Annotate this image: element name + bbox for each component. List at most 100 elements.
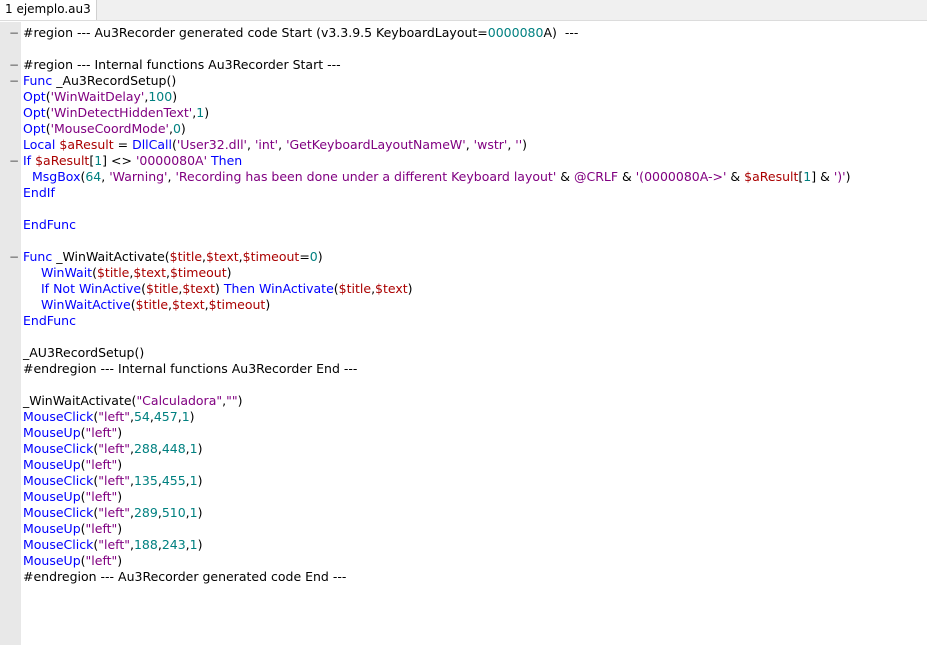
code-token: MouseClick <box>23 473 94 488</box>
code-token: ')' <box>833 169 846 184</box>
code-line[interactable]: Opt('WinWaitDelay',100) <box>0 89 927 105</box>
code-line[interactable]: _AU3RecordSetup() <box>0 345 927 361</box>
code-text: WinWait($title,$text,$timeout) <box>41 265 232 281</box>
code-line[interactable] <box>0 377 927 393</box>
code-line[interactable]: EndIf <box>0 185 927 201</box>
code-token: ] <> <box>102 153 136 168</box>
code-token: "left" <box>98 537 130 552</box>
code-token: MouseUp <box>23 521 81 536</box>
code-token: Func <box>23 73 53 88</box>
code-token: ) <box>172 89 178 104</box>
fold-toggle-icon[interactable]: − <box>9 153 19 169</box>
code-line[interactable]: MouseClick("left",289,510,1) <box>0 505 927 521</box>
code-line[interactable]: MouseClick("left",135,455,1) <box>0 473 927 489</box>
code-token: Local <box>23 137 56 152</box>
code-token: 'wstr' <box>473 137 508 152</box>
code-token: ) <box>197 505 203 520</box>
code-line[interactable]: MouseUp("left") <box>0 521 927 537</box>
code-line[interactable]: MouseUp("left") <box>0 553 927 569</box>
code-token: $title <box>169 249 203 264</box>
code-token: ) <box>189 409 195 424</box>
code-lines: − #region --- Au3Recorder generated code … <box>0 25 927 585</box>
code-line[interactable]: If Not WinActive($title,$text) Then WinA… <box>0 281 927 297</box>
code-token: EndFunc <box>23 217 76 232</box>
code-token: 'Warning' <box>109 169 168 184</box>
code-line[interactable]: − Func _Au3RecordSetup() <box>0 73 927 89</box>
code-token: 'int' <box>254 137 279 152</box>
code-token: #region --- Internal functions Au3Record… <box>23 57 341 72</box>
code-line[interactable]: EndFunc <box>0 313 927 329</box>
code-text: Opt('WinDetectHiddenText',1) <box>23 105 209 121</box>
code-line[interactable]: Opt('MouseCoordMode',0) <box>0 121 927 137</box>
code-token: $title <box>135 297 169 312</box>
code-token: = <box>299 249 310 264</box>
code-text: MouseUp("left") <box>23 489 122 505</box>
code-token: Opt <box>23 121 46 136</box>
code-text: Func _WinWaitActivate($title,$text,$time… <box>23 249 323 265</box>
code-line[interactable]: #endregion --- Internal functions Au3Rec… <box>0 361 927 377</box>
code-line[interactable]: MouseUp("left") <box>0 457 927 473</box>
code-token: EndFunc <box>23 313 76 328</box>
code-line[interactable]: MsgBox(64, 'Warning', 'Recording has bee… <box>0 169 927 185</box>
code-editor[interactable]: − #region --- Au3Recorder generated code … <box>0 22 927 645</box>
code-token: 243 <box>161 537 186 552</box>
code-line[interactable]: EndFunc <box>0 217 927 233</box>
code-line[interactable]: MouseClick("left",188,243,1) <box>0 537 927 553</box>
code-text: _WinWaitActivate("Calculadora","") <box>23 393 242 409</box>
code-token: A) --- <box>543 25 579 40</box>
fold-toggle-icon[interactable]: − <box>9 249 19 265</box>
code-token: $text <box>375 281 408 296</box>
code-token: "left" <box>85 489 118 504</box>
code-line[interactable]: MouseClick("left",54,457,1) <box>0 409 927 425</box>
code-line[interactable]: _WinWaitActivate("Calculadora","") <box>0 393 927 409</box>
code-text: #endregion --- Au3Recorder generated cod… <box>23 569 346 585</box>
code-token: '0000080A' <box>135 153 208 168</box>
code-token: #endregion --- Internal functions Au3Rec… <box>23 361 358 376</box>
code-token: ] & <box>811 169 834 184</box>
code-line[interactable]: − If $aResult[1] <> '0000080A' Then <box>0 153 927 169</box>
code-line[interactable] <box>0 233 927 249</box>
code-token: , <box>278 137 287 152</box>
code-token: 'User32.dll' <box>176 137 247 152</box>
code-text: Local $aResult = DllCall('User32.dll', '… <box>23 137 527 153</box>
code-line[interactable]: MouseUp("left") <box>0 425 927 441</box>
code-token: , <box>246 137 255 152</box>
code-token: "left" <box>98 505 130 520</box>
code-token: 457 <box>153 409 178 424</box>
code-token: Then <box>223 281 256 296</box>
code-token: ) <box>317 249 323 264</box>
code-token: 188 <box>133 537 158 552</box>
code-line[interactable]: MouseClick("left",288,448,1) <box>0 441 927 457</box>
code-line[interactable]: − #region --- Au3Recorder generated code … <box>0 25 927 41</box>
code-line[interactable]: WinWait($title,$text,$timeout) <box>0 265 927 281</box>
code-text: MouseUp("left") <box>23 521 122 537</box>
fold-toggle-icon[interactable]: − <box>9 73 19 89</box>
code-token: Not <box>53 281 75 296</box>
code-line[interactable]: Opt('WinDetectHiddenText',1) <box>0 105 927 121</box>
code-token: $text <box>133 265 166 280</box>
code-token: "left" <box>98 473 130 488</box>
code-text: If $aResult[1] <> '0000080A' Then <box>23 153 242 169</box>
code-token: ) <box>197 441 203 456</box>
code-text: _AU3RecordSetup() <box>23 345 144 361</box>
code-line[interactable] <box>0 41 927 57</box>
code-line[interactable]: #endregion --- Au3Recorder generated cod… <box>0 569 927 585</box>
code-token: ) <box>204 105 210 120</box>
code-token: "Calculadora" <box>136 393 223 408</box>
code-token: 448 <box>161 441 186 456</box>
fold-toggle-icon[interactable]: − <box>9 25 19 41</box>
code-line[interactable]: − #region --- Internal functions Au3Recor… <box>0 57 927 73</box>
code-token: If <box>41 281 50 296</box>
code-line[interactable]: WinWaitActive($title,$text,$timeout) <box>0 297 927 313</box>
code-token: ) <box>117 521 123 536</box>
code-line[interactable] <box>0 329 927 345</box>
fold-toggle-icon[interactable]: − <box>9 57 19 73</box>
code-token: 0 <box>309 249 318 264</box>
tab-ejemplo-au3[interactable]: 1 ejemplo.au3 <box>0 0 97 20</box>
code-line[interactable] <box>0 201 927 217</box>
code-line[interactable]: − Func _WinWaitActivate($title,$text,$tim… <box>0 249 927 265</box>
code-token: $timeout <box>169 265 227 280</box>
code-line[interactable]: Local $aResult = DllCall('User32.dll', '… <box>0 137 927 153</box>
code-line[interactable]: MouseUp("left") <box>0 489 927 505</box>
code-text: MouseUp("left") <box>23 457 122 473</box>
